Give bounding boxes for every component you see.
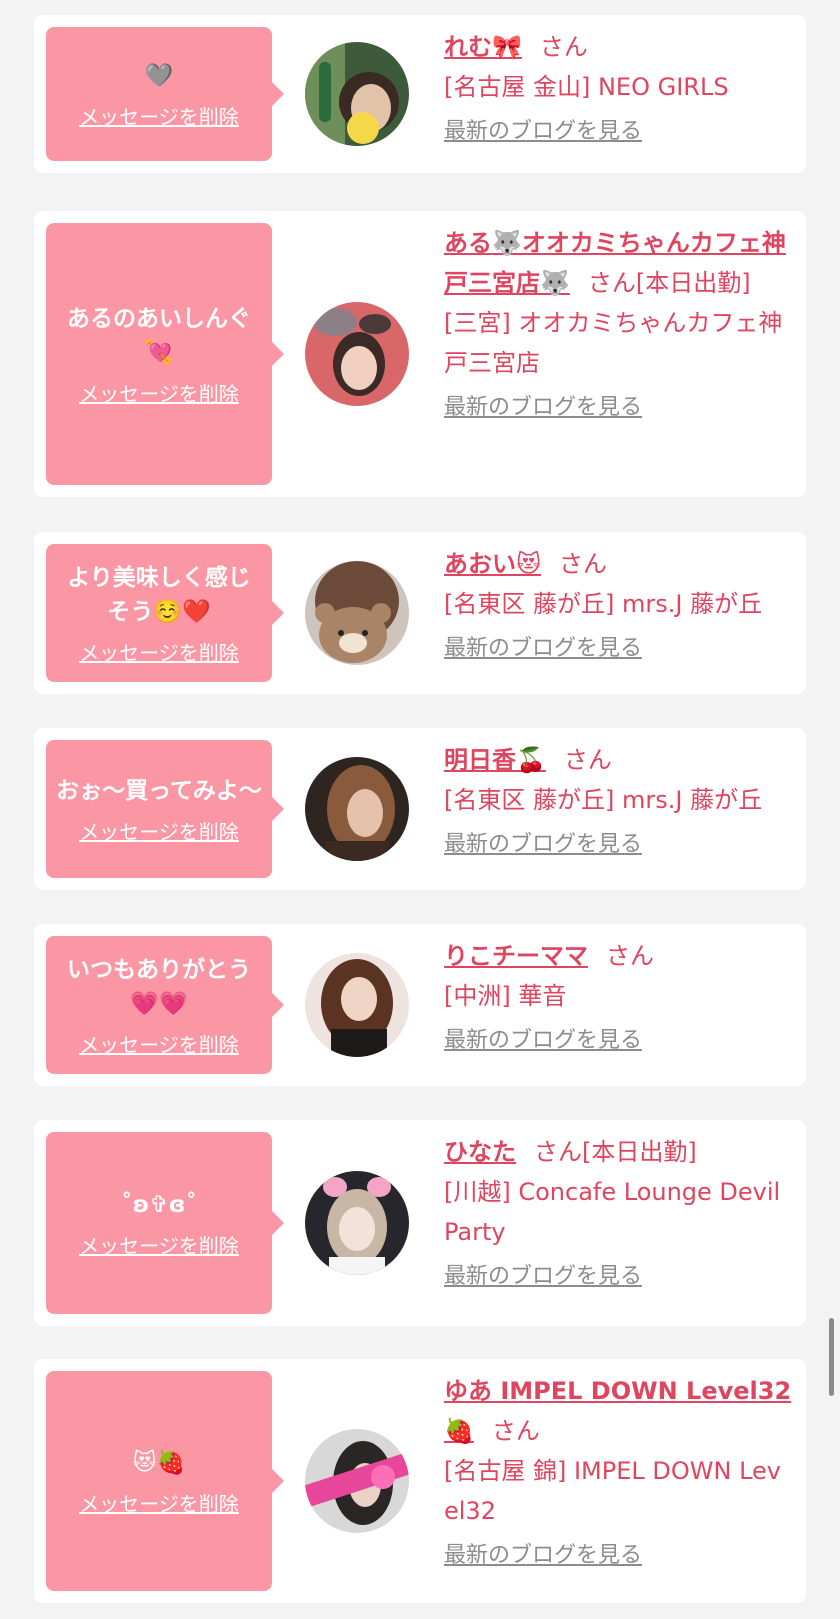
- delete-message-link[interactable]: メッセージを削除: [79, 1029, 239, 1058]
- latest-blog-link[interactable]: 最新のブログを見る: [444, 1262, 642, 1292]
- avatar[interactable]: [305, 561, 409, 665]
- cast-name-line: ゆあ IMPEL DOWN Level32🍓 さん: [444, 1371, 792, 1451]
- message-bubble: おぉ～買ってみよ～ メッセージを削除: [46, 740, 284, 878]
- message-bubble: あるのあいしんぐ💘 メッセージを削除: [46, 223, 284, 485]
- latest-blog-link[interactable]: 最新のブログを見る: [444, 830, 642, 860]
- avatar[interactable]: [305, 757, 409, 861]
- honorific: さん: [491, 1417, 540, 1445]
- delete-message-link[interactable]: メッセージを削除: [79, 1488, 239, 1517]
- cast-name-link[interactable]: 明日香🍒: [444, 746, 546, 774]
- message-bubble: 🩶 メッセージを削除: [46, 27, 284, 161]
- avatar[interactable]: [305, 953, 409, 1057]
- shop-name: [名古屋 錦] IMPEL DOWN Level32: [444, 1457, 782, 1525]
- avatar[interactable]: [305, 1429, 409, 1533]
- cast-name-line: りこチーママ さん: [444, 936, 792, 976]
- cast-name-line: ひなた さん[本日出勤]: [444, 1132, 792, 1172]
- cast-name-link[interactable]: ひなた: [444, 1138, 516, 1166]
- message-card: 🩶 メッセージを削除 れむ🎀 さん [名古屋 金山] NEO GIRLS 最新のブ…: [34, 15, 806, 173]
- cast-info: れむ🎀 さん [名古屋 金山] NEO GIRLS 最新のブログを見る: [444, 27, 792, 147]
- avatar[interactable]: [305, 302, 409, 406]
- cast-info: ある🐺オオカミちゃんカフェ神戸三宮店🐺 さん[本日出勤] [三宮] オオカミちゃん…: [444, 223, 792, 423]
- cast-name-line: あおい😻 さん: [444, 544, 792, 584]
- cast-name-line: ある🐺オオカミちゃんカフェ神戸三宮店🐺 さん[本日出勤]: [444, 223, 792, 303]
- cast-info: あおい😻 さん [名東区 藤が丘] mrs.J 藤が丘 最新のブログを見る: [444, 544, 792, 664]
- cast-info: ゆあ IMPEL DOWN Level32🍓 さん [名古屋 錦] IMPEL D…: [444, 1371, 792, 1571]
- honorific: さん: [587, 269, 636, 297]
- cast-status: [本日出勤]: [582, 1138, 697, 1166]
- latest-blog-link[interactable]: 最新のブログを見る: [444, 1026, 642, 1056]
- message-card: あるのあいしんぐ💘 メッセージを削除 ある🐺オオカミちゃんカフェ神戸三宮店🐺 さん…: [34, 211, 806, 497]
- cast-name-link[interactable]: りこチーママ: [444, 942, 588, 970]
- honorific: さん: [534, 1138, 582, 1166]
- honorific: さん: [559, 550, 608, 578]
- message-card: 😻🍓 メッセージを削除 ゆあ IMPEL DOWN Level32🍓 さん [名古…: [34, 1359, 806, 1603]
- cast-info: ひなた さん[本日出勤] [川越] Concafe Lounge Devil Pa…: [444, 1132, 792, 1292]
- latest-blog-link[interactable]: 最新のブログを見る: [444, 1541, 642, 1571]
- message-card: より美味しく感じそう☺️❤️ メッセージを削除 あおい😻 さん [名東区 藤が丘]…: [34, 532, 806, 694]
- avatar[interactable]: [305, 42, 409, 146]
- message-card: いつもありがとう💗💗 メッセージを削除 りこチーママ さん [中洲] 華音 最新の…: [34, 924, 806, 1086]
- scrollbar[interactable]: [829, 1318, 834, 1396]
- delete-message-link[interactable]: メッセージを削除: [79, 1230, 239, 1259]
- cast-name-link[interactable]: あおい😻: [444, 550, 541, 578]
- message-text: あるのあいしんぐ💘: [67, 305, 251, 366]
- shop-name: [三宮] オオカミちゃんカフェ神戸三宮店: [444, 309, 783, 377]
- cast-status: [本日出勤]: [635, 269, 751, 297]
- delete-message-link[interactable]: メッセージを削除: [79, 816, 239, 845]
- message-text: 😻🍓: [132, 1449, 186, 1476]
- message-bubble: より美味しく感じそう☺️❤️ メッセージを削除: [46, 544, 284, 682]
- avatar[interactable]: [305, 1171, 409, 1275]
- cast-name-line: れむ🎀 さん: [444, 27, 792, 67]
- delete-message-link[interactable]: メッセージを削除: [79, 101, 239, 130]
- message-bubble: ˚ʚ✞ɞ˚ メッセージを削除: [46, 1132, 284, 1314]
- shop-name: [川越] Concafe Lounge Devil Party: [444, 1178, 781, 1246]
- message-text: ˚ʚ✞ɞ˚: [121, 1191, 197, 1218]
- message-bubble: いつもありがとう💗💗 メッセージを削除: [46, 936, 284, 1074]
- message-text: いつもありがとう💗💗: [67, 956, 251, 1017]
- shop-name: [名東区 藤が丘] mrs.J 藤が丘: [444, 590, 763, 618]
- honorific: さん: [539, 33, 588, 61]
- cast-info: 明日香🍒 さん [名東区 藤が丘] mrs.J 藤が丘 最新のブログを見る: [444, 740, 792, 860]
- shop-name: [中洲] 華音: [444, 982, 567, 1010]
- honorific: さん: [563, 746, 612, 774]
- message-text: より美味しく感じそう☺️❤️: [67, 564, 251, 625]
- shop-name: [名東区 藤が丘] mrs.J 藤が丘: [444, 786, 763, 814]
- cast-name-line: 明日香🍒 さん: [444, 740, 792, 780]
- delete-message-link[interactable]: メッセージを削除: [79, 637, 239, 666]
- delete-message-link[interactable]: メッセージを削除: [79, 378, 239, 407]
- shop-name: [名古屋 金山] NEO GIRLS: [444, 73, 729, 101]
- latest-blog-link[interactable]: 最新のブログを見る: [444, 393, 642, 423]
- message-card: ˚ʚ✞ɞ˚ メッセージを削除 ひなた さん[本日出勤] [川越] Concafe …: [34, 1120, 806, 1326]
- message-text: 🩶: [144, 62, 174, 89]
- message-bubble: 😻🍓 メッセージを削除: [46, 1371, 284, 1591]
- cast-info: りこチーママ さん [中洲] 華音 最新のブログを見る: [444, 936, 792, 1056]
- latest-blog-link[interactable]: 最新のブログを見る: [444, 634, 642, 664]
- cast-name-link[interactable]: れむ🎀: [444, 33, 522, 61]
- honorific: さん: [606, 942, 654, 970]
- message-text: おぉ～買ってみよ～: [56, 777, 262, 804]
- latest-blog-link[interactable]: 最新のブログを見る: [444, 117, 642, 147]
- message-card: おぉ～買ってみよ～ メッセージを削除 明日香🍒 さん [名東区 藤が丘] mrs.…: [34, 728, 806, 890]
- message-list: 🩶 メッセージを削除 れむ🎀 さん [名古屋 金山] NEO GIRLS 最新のブ…: [0, 0, 840, 1619]
